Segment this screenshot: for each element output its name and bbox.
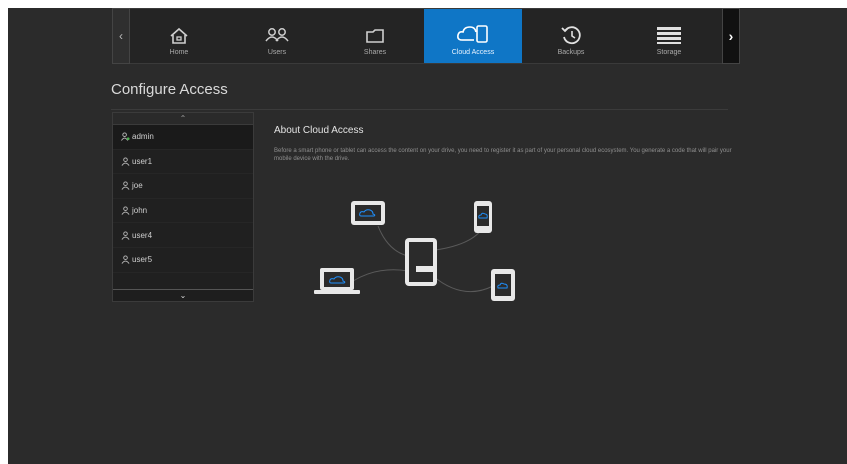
user-name: user1: [132, 156, 153, 166]
user-list-item-user1[interactable]: user1: [113, 150, 253, 175]
nav-item-backups[interactable]: Backups: [522, 9, 620, 63]
nav-item-home[interactable]: Home: [130, 9, 228, 63]
user-name: john: [132, 206, 148, 216]
nav-label-backups: Backups: [557, 49, 585, 56]
tablet-icon: [351, 201, 385, 225]
backup-icon: [561, 26, 581, 45]
nav-label-storage: Storage: [656, 49, 682, 56]
nav-label-users: Users: [267, 49, 287, 56]
user-list-panel: ⌃ admin user1 joe john user4 user5 ⌄: [112, 112, 254, 302]
nav-items: Home Users Shares Cloud Access Backups S…: [130, 8, 722, 64]
cloud-ecosystem-illustration: [314, 201, 515, 301]
folder-icon: [366, 29, 384, 43]
cloud-device-icon: [457, 25, 488, 43]
user-name: user4: [132, 230, 153, 240]
user-icon: [121, 157, 130, 166]
laptop-icon: [314, 268, 360, 294]
home-icon: [170, 27, 188, 44]
user-list-item-joe[interactable]: joe: [113, 174, 253, 199]
nav-item-users[interactable]: Users: [228, 9, 326, 63]
nav-item-storage[interactable]: Storage: [620, 9, 718, 63]
nav-label-home: Home: [169, 49, 189, 56]
user-list-item-user4[interactable]: user4: [113, 223, 253, 248]
storage-icon: [657, 27, 681, 44]
user-icon: [121, 206, 130, 215]
app-window: ‹ Home Users Shares Cloud Access Backups…: [8, 8, 847, 464]
user-name: joe: [132, 181, 143, 191]
main-nav: ‹ Home Users Shares Cloud Access Backups…: [112, 8, 740, 64]
page-title: Configure Access: [111, 81, 228, 98]
user-name: user5: [132, 255, 153, 265]
chevron-right-icon: ›: [728, 28, 734, 44]
user-list: admin user1 joe john user4 user5: [113, 125, 253, 273]
nav-item-shares[interactable]: Shares: [326, 9, 424, 63]
users-icon: [265, 28, 289, 42]
drive-icon: [405, 238, 437, 286]
user-icon: [121, 231, 130, 240]
chevron-up-icon: ⌃: [179, 114, 187, 123]
user-list-scroll-down-button[interactable]: ⌄: [113, 289, 253, 301]
about-cloud-access-heading: About Cloud Access: [274, 125, 364, 136]
title-divider: [111, 109, 728, 110]
about-cloud-access-description: Before a smart phone or tablet can acces…: [274, 148, 732, 162]
tablet-small-icon: [491, 269, 515, 301]
user-list-scroll-up-button[interactable]: ⌃: [113, 113, 253, 125]
nav-label-shares: Shares: [363, 49, 387, 56]
user-name: admin: [132, 132, 154, 142]
nav-item-cloud-access[interactable]: Cloud Access: [424, 9, 522, 63]
user-icon: [121, 255, 130, 265]
nav-scroll-right-button[interactable]: ›: [722, 8, 740, 64]
user-list-item-admin[interactable]: admin: [113, 125, 253, 150]
user-list-item-user5[interactable]: user5: [113, 248, 253, 273]
chevron-left-icon: ‹: [119, 29, 123, 43]
nav-label-cloud-access: Cloud Access: [451, 49, 495, 56]
nav-scroll-left-button[interactable]: ‹: [112, 8, 130, 64]
phone-icon: [474, 201, 492, 233]
admin-user-icon: [121, 132, 130, 142]
user-list-item-john[interactable]: john: [113, 199, 253, 224]
chevron-down-icon: ⌄: [179, 291, 187, 300]
user-icon: [121, 181, 130, 191]
top-cropped-text: [0, 0, 300, 8]
